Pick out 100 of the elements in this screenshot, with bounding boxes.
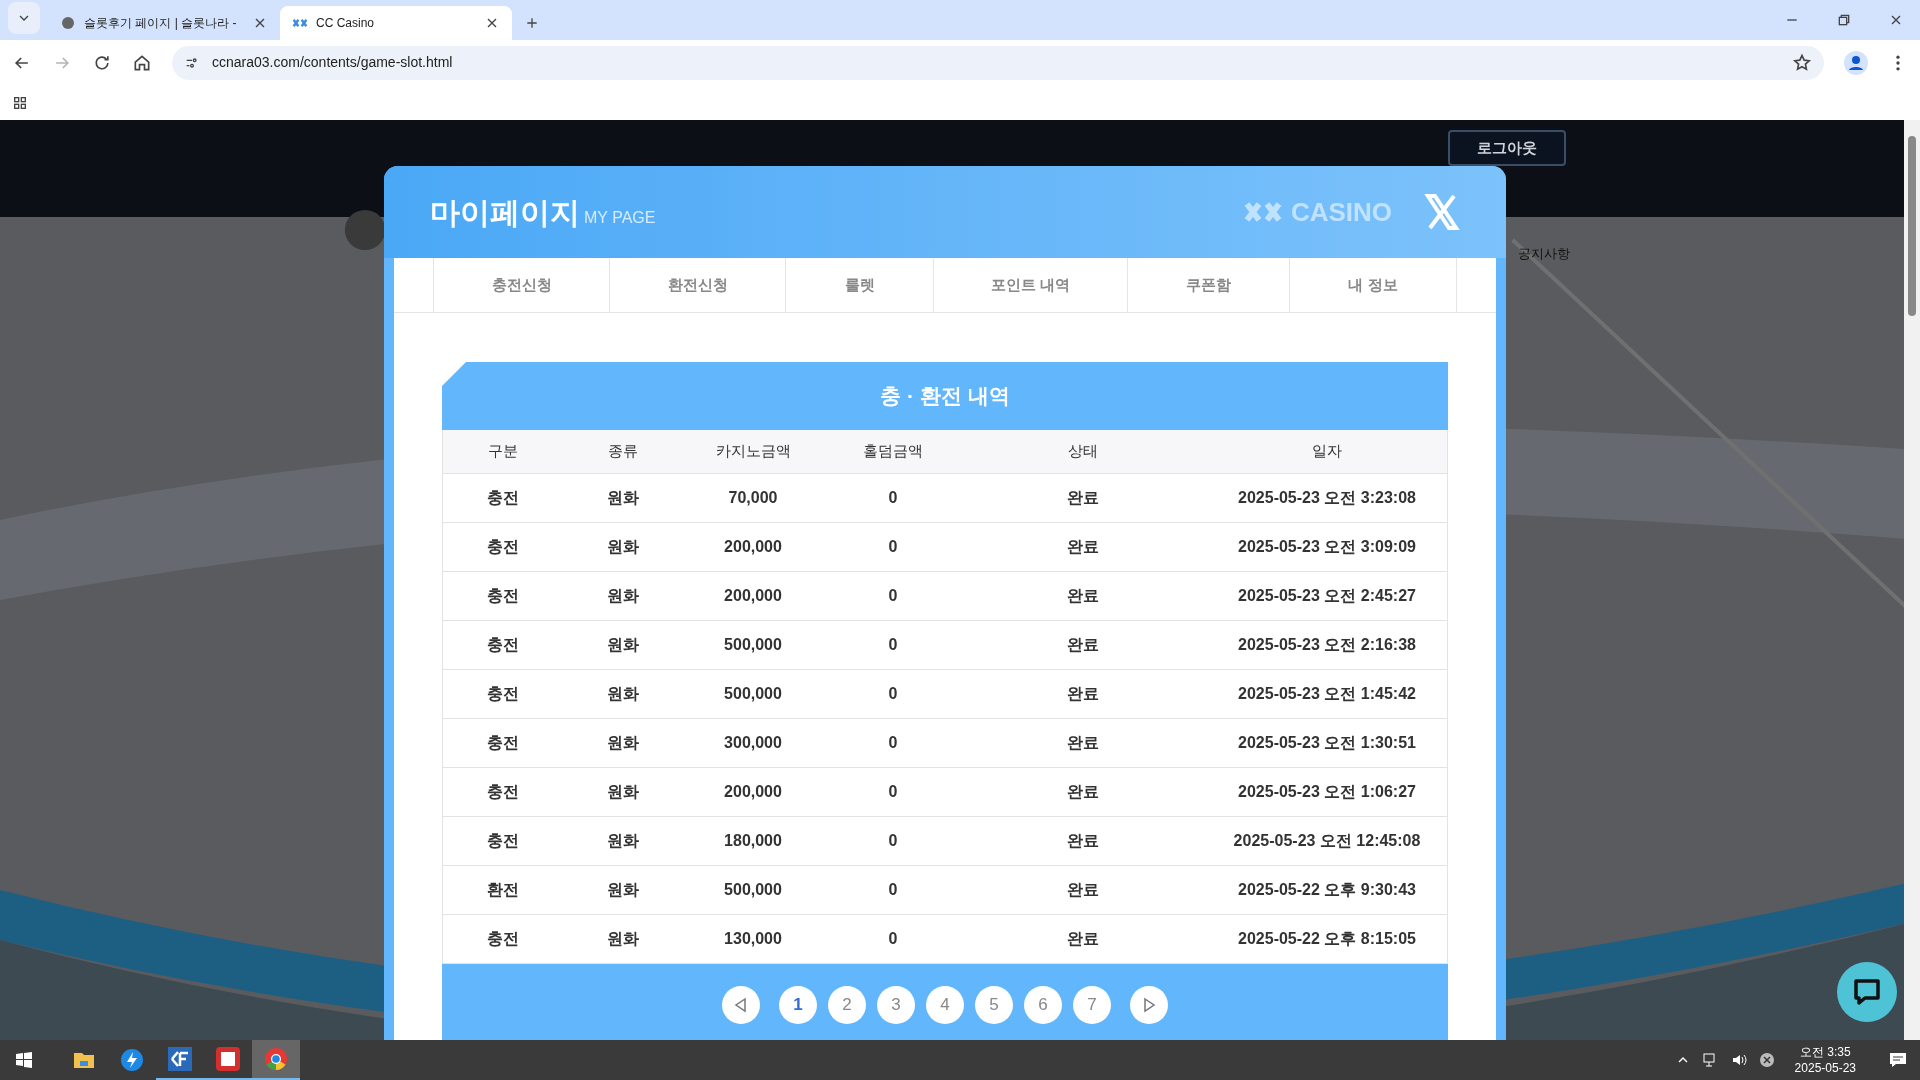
table-cell-text: 0 <box>887 488 899 508</box>
table-cell-text: 200,000 <box>723 537 783 557</box>
table-cell-text: 원화 <box>606 880 640 900</box>
table-cell-text: 0 <box>887 880 899 900</box>
taskbar-clock[interactable]: 오전 3:35 2025-05-23 <box>1786 1044 1864 1076</box>
table-cell-text: 2025-05-23 오전 1:30:51 <box>1237 733 1417 753</box>
table-cell-text: 충전 <box>486 586 520 606</box>
page-button[interactable]: 7 <box>1073 986 1111 1024</box>
table-cell-text: 충전 <box>486 929 520 949</box>
page-button[interactable]: 5 <box>975 986 1013 1024</box>
table-cell-text: 완료 <box>1066 635 1100 655</box>
casino-logo-text: CASINO <box>1290 195 1392 229</box>
table-cell-text: 완료 <box>1066 880 1100 900</box>
address-bar[interactable]: ccnara03.com/contents/game-slot.html <box>172 45 1824 80</box>
table-cell-text: 130,000 <box>723 929 783 949</box>
mypage-tab[interactable]: 포인트 내역 <box>934 258 1128 312</box>
table-cell-text: 2025-05-23 오전 1:06:27 <box>1237 782 1417 802</box>
tab-title: 슬롯후기 페이지 | 슬롯나라 - <box>84 15 238 32</box>
table-cell-text: 환전 <box>486 880 520 900</box>
browser-tab[interactable]: 슬롯후기 페이지 | 슬롯나라 - <box>48 6 280 40</box>
table-cell-text: 원화 <box>606 929 640 949</box>
table-cell-text: 완료 <box>1066 831 1100 851</box>
table-cell-text: 2025-05-22 오후 8:15:05 <box>1237 929 1417 949</box>
table-cell-text: 원화 <box>606 537 640 557</box>
page-button[interactable]: 1 <box>779 986 817 1024</box>
table-cell-text: 완료 <box>1066 586 1100 606</box>
notice-link[interactable]: 공지사항 <box>1518 244 1570 264</box>
mypage-tab[interactable]: 내 정보 <box>1290 258 1457 312</box>
bookmark-star-icon[interactable] <box>1792 52 1812 73</box>
table-cell-text: 0 <box>887 537 899 557</box>
table-cell-text: 완료 <box>1066 929 1100 949</box>
column-header: 종류 <box>607 441 639 462</box>
table-cell-text: 충전 <box>486 537 520 557</box>
table-cell-text: 충전 <box>486 488 520 508</box>
table-cell-text: 0 <box>887 733 899 753</box>
restore-icon[interactable] <box>1836 12 1852 28</box>
table-cell-text: 완료 <box>1066 684 1100 704</box>
table-cell-text: 원화 <box>606 684 640 704</box>
globe-icon <box>60 15 76 31</box>
table-cell-text: 완료 <box>1066 782 1100 802</box>
column-header: 홀덤금액 <box>862 441 924 462</box>
column-header: 구분 <box>487 441 519 462</box>
profile-icon[interactable] <box>1844 50 1868 75</box>
next-page-button[interactable] <box>1130 986 1168 1024</box>
column-header: 일자 <box>1311 441 1343 462</box>
table-cell-text: 충전 <box>486 831 520 851</box>
table-cell-text: 원화 <box>606 733 640 753</box>
logout-button[interactable]: 로그아웃 <box>1448 130 1566 166</box>
volume-icon[interactable] <box>1730 1052 1747 1068</box>
table-cell-text: 200,000 <box>723 586 783 606</box>
table-cell-text: 500,000 <box>723 635 783 655</box>
table-cell-text: 2025-05-23 오전 12:45:08 <box>1232 831 1422 851</box>
table-cell-text: 원화 <box>606 831 640 851</box>
table-cell-text: 2025-05-23 오전 1:45:42 <box>1237 684 1417 704</box>
modal-title: 마이페이지 <box>430 194 580 231</box>
page-button[interactable]: 4 <box>926 986 964 1024</box>
table-cell-text: 충전 <box>486 782 520 802</box>
table-cell-text: 0 <box>887 684 899 704</box>
table-cell-text: 2025-05-23 오전 2:45:27 <box>1237 586 1417 606</box>
table-title: 충 · 환전 내역 <box>880 383 1010 410</box>
page-button[interactable]: 6 <box>1024 986 1062 1024</box>
table-cell-text: 원화 <box>606 488 640 508</box>
table-cell-text: 원화 <box>606 586 640 606</box>
mypage-tab[interactable]: 쿠폰함 <box>1128 258 1290 312</box>
mypage-tab[interactable]: 충전신청 <box>434 258 610 312</box>
apps-grid-icon[interactable] <box>12 94 28 111</box>
table-cell-text: 0 <box>887 782 899 802</box>
column-header: 카지노금액 <box>714 441 792 462</box>
table-cell-text: 원화 <box>606 782 640 802</box>
table-cell-text: 500,000 <box>723 684 783 704</box>
table-cell-text: 완료 <box>1066 488 1100 508</box>
scrollbar-thumb[interactable] <box>1908 136 1916 316</box>
page-button[interactable]: 3 <box>877 986 915 1024</box>
next-icon <box>1141 997 1157 1013</box>
table-cell-text: 0 <box>887 635 899 655</box>
table-cell-text: 충전 <box>486 635 520 655</box>
table-cell-text: 충전 <box>486 684 520 704</box>
mypage-tab[interactable]: 룰렛 <box>786 258 934 312</box>
previous-page-button[interactable] <box>722 986 760 1024</box>
mypage-tab[interactable]: 환전신청 <box>610 258 786 312</box>
table-cell-text: 500,000 <box>723 880 783 900</box>
table-cell-text: 300,000 <box>723 733 783 753</box>
column-header: 상태 <box>1067 441 1099 462</box>
table-cell-text: 완료 <box>1066 537 1100 557</box>
error-icon[interactable] <box>1758 1052 1775 1068</box>
table-cell-text: 0 <box>887 831 899 851</box>
table-cell-text: 180,000 <box>723 831 783 851</box>
table-cell-text: 완료 <box>1066 733 1100 753</box>
new-tab-icon[interactable] <box>524 15 540 31</box>
tab-title: CC Casino <box>316 15 376 32</box>
table-cell-text: 2025-05-22 오후 9:30:43 <box>1237 880 1417 900</box>
table-cell-text: 2025-05-23 오전 3:09:09 <box>1237 537 1417 557</box>
url-text: ccnara03.com/contents/game-slot.html <box>212 53 453 72</box>
browser-tab[interactable]: CC Casino <box>280 6 512 40</box>
previous-icon <box>733 997 749 1013</box>
notification-icon[interactable] <box>1888 1050 1908 1070</box>
table-cell-text: 2025-05-23 오전 3:23:08 <box>1237 488 1417 508</box>
casino-logo-icon <box>292 17 308 29</box>
page-button[interactable]: 2 <box>828 986 866 1024</box>
chat-icon <box>1851 976 1883 1008</box>
